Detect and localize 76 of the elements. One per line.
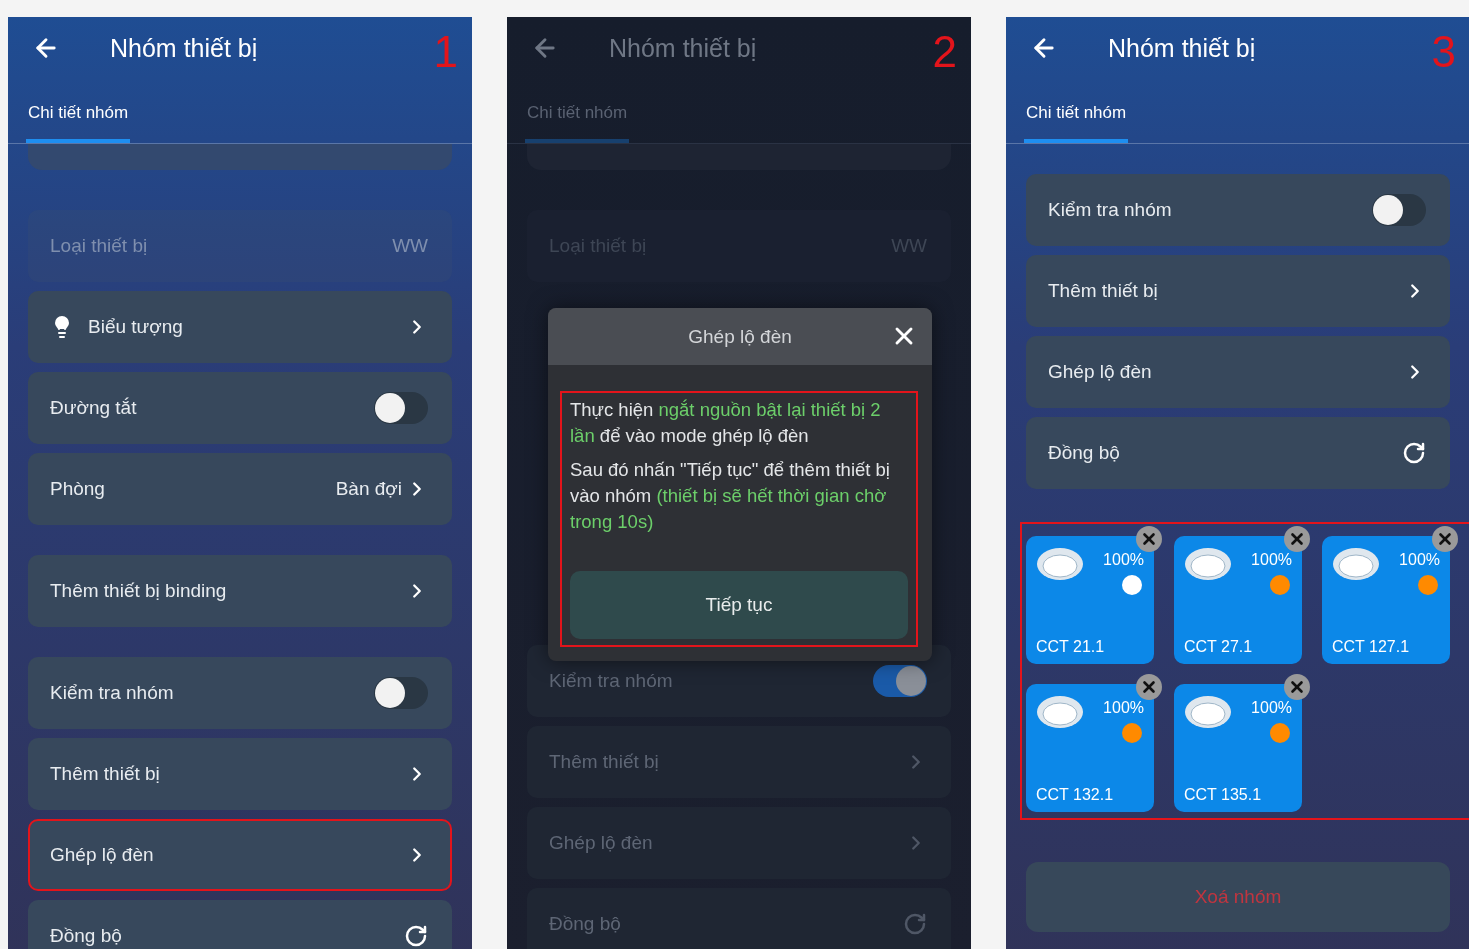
remove-button[interactable] bbox=[1136, 526, 1162, 552]
settings-row[interactable]: Ghép lộ đèn bbox=[28, 819, 452, 891]
settings-row[interactable]: Thêm thiết bị bbox=[28, 738, 452, 810]
screen-title: Nhóm thiết bị bbox=[1108, 33, 1257, 63]
row-label: Đồng bộ bbox=[50, 925, 123, 947]
row-label: Đường tắt bbox=[50, 397, 138, 419]
row-label: Thêm thiết bị binding bbox=[50, 580, 228, 602]
row-value: WW bbox=[392, 235, 428, 257]
remove-button[interactable] bbox=[1136, 674, 1162, 700]
row-label: Kiểm tra nhóm bbox=[1048, 199, 1173, 221]
brightness-text: 100% bbox=[1251, 551, 1292, 569]
close-icon bbox=[1140, 678, 1158, 696]
brightness-text: 100% bbox=[1251, 699, 1292, 717]
row-label: Ghép lộ đèn bbox=[50, 844, 155, 866]
device-name: CCT 27.1 bbox=[1184, 638, 1254, 656]
row-label: Thêm thiết bị bbox=[549, 751, 660, 773]
device-tile[interactable]: 100% CCT 27.1 bbox=[1174, 536, 1302, 664]
screen-title: Nhóm thiết bị bbox=[609, 33, 758, 63]
row-label: Kiểm tra nhóm bbox=[50, 682, 175, 704]
close-icon bbox=[1288, 678, 1306, 696]
row-label: Biểu tượng bbox=[88, 316, 184, 338]
settings-row[interactable]: Phòng Bàn đợi bbox=[28, 453, 452, 525]
row-label: Đồng bộ bbox=[1048, 442, 1121, 464]
step-number: 2 bbox=[932, 26, 957, 74]
row-label: Đồng bộ bbox=[549, 913, 622, 935]
device-name: CCT 135.1 bbox=[1184, 786, 1263, 804]
step-number: 3 bbox=[1431, 26, 1456, 74]
remove-button[interactable] bbox=[1432, 526, 1458, 552]
row-label: Ghép lộ đèn bbox=[549, 832, 654, 854]
row-value: Bàn đợi bbox=[335, 478, 402, 500]
remove-button[interactable] bbox=[1284, 526, 1310, 552]
brightness-text: 100% bbox=[1103, 551, 1144, 569]
step-number: 1 bbox=[433, 26, 458, 74]
row-label: Ghép lộ đèn bbox=[1048, 361, 1153, 383]
close-icon bbox=[1436, 530, 1454, 548]
device-tile[interactable]: 100% CCT 135.1 bbox=[1174, 684, 1302, 812]
toggle-switch[interactable] bbox=[374, 677, 428, 709]
device-name: CCT 21.1 bbox=[1036, 638, 1106, 656]
settings-row[interactable]: Thêm thiết bị binding bbox=[28, 555, 452, 627]
ceiling-lamp-icon bbox=[1184, 546, 1232, 582]
settings-row[interactable]: Kiểm tra nhóm bbox=[1026, 174, 1450, 246]
close-icon bbox=[1288, 530, 1306, 548]
toggle-switch[interactable] bbox=[1372, 194, 1426, 226]
row-label: Phòng bbox=[50, 478, 106, 500]
tab[interactable]: Chi tiết nhóm bbox=[1024, 95, 1129, 143]
settings-row[interactable]: Đồng bộ bbox=[1026, 417, 1450, 489]
remove-button[interactable] bbox=[1284, 674, 1310, 700]
brightness-text: 100% bbox=[1399, 551, 1440, 569]
settings-row[interactable]: Kiểm tra nhóm bbox=[28, 657, 452, 729]
settings-row[interactable]: Ghép lộ đèn bbox=[1026, 336, 1450, 408]
device-tile[interactable]: 100% CCT 132.1 bbox=[1026, 684, 1154, 812]
toggle-switch[interactable] bbox=[374, 392, 428, 424]
ceiling-lamp-icon bbox=[1332, 546, 1380, 582]
settings-row[interactable]: Đường tắt bbox=[28, 372, 452, 444]
instruction-text: Thực hiện ngắt nguồn bật lại thiết bị 2 lần để vào mode ghép lộ đèn bbox=[570, 398, 882, 448]
ceiling-lamp-icon bbox=[1036, 694, 1084, 730]
brightness-text: 100% bbox=[1103, 699, 1144, 717]
ceiling-lamp-icon bbox=[1036, 546, 1084, 582]
settings-row[interactable]: Thêm thiết bị bbox=[1026, 255, 1450, 327]
row-label: Loại thiết bị bbox=[50, 235, 149, 257]
device-name: CCT 132.1 bbox=[1036, 786, 1115, 804]
ceiling-lamp-icon bbox=[1184, 694, 1232, 730]
instruction-text: Sau đó nhấn "Tiếp tục" để thêm thiết bị vào nhóm (thiết bị sẽ hết thời gian chờ trong 10s) bbox=[570, 458, 891, 534]
toggle-switch[interactable] bbox=[873, 665, 927, 697]
row-label: Kiểm tra nhóm bbox=[549, 670, 674, 692]
continue-button[interactable]: Tiếp tục bbox=[570, 571, 908, 639]
device-tile[interactable]: 100% CCT 127.1 bbox=[1322, 536, 1450, 664]
settings-row[interactable]: Đồng bộ bbox=[28, 900, 452, 949]
close-icon bbox=[1140, 530, 1158, 548]
row-label: Thêm thiết bị bbox=[50, 763, 161, 785]
row-label: Thêm thiết bị bbox=[1048, 280, 1159, 302]
device-name: CCT 127.1 bbox=[1332, 638, 1411, 656]
screen-title: Nhóm thiết bị bbox=[110, 33, 259, 63]
settings-row[interactable]: Biểu tượng bbox=[28, 291, 452, 363]
device-tile[interactable]: 100% CCT 21.1 bbox=[1026, 536, 1154, 664]
dialog-title: Ghép lộ đèn bbox=[688, 325, 792, 348]
